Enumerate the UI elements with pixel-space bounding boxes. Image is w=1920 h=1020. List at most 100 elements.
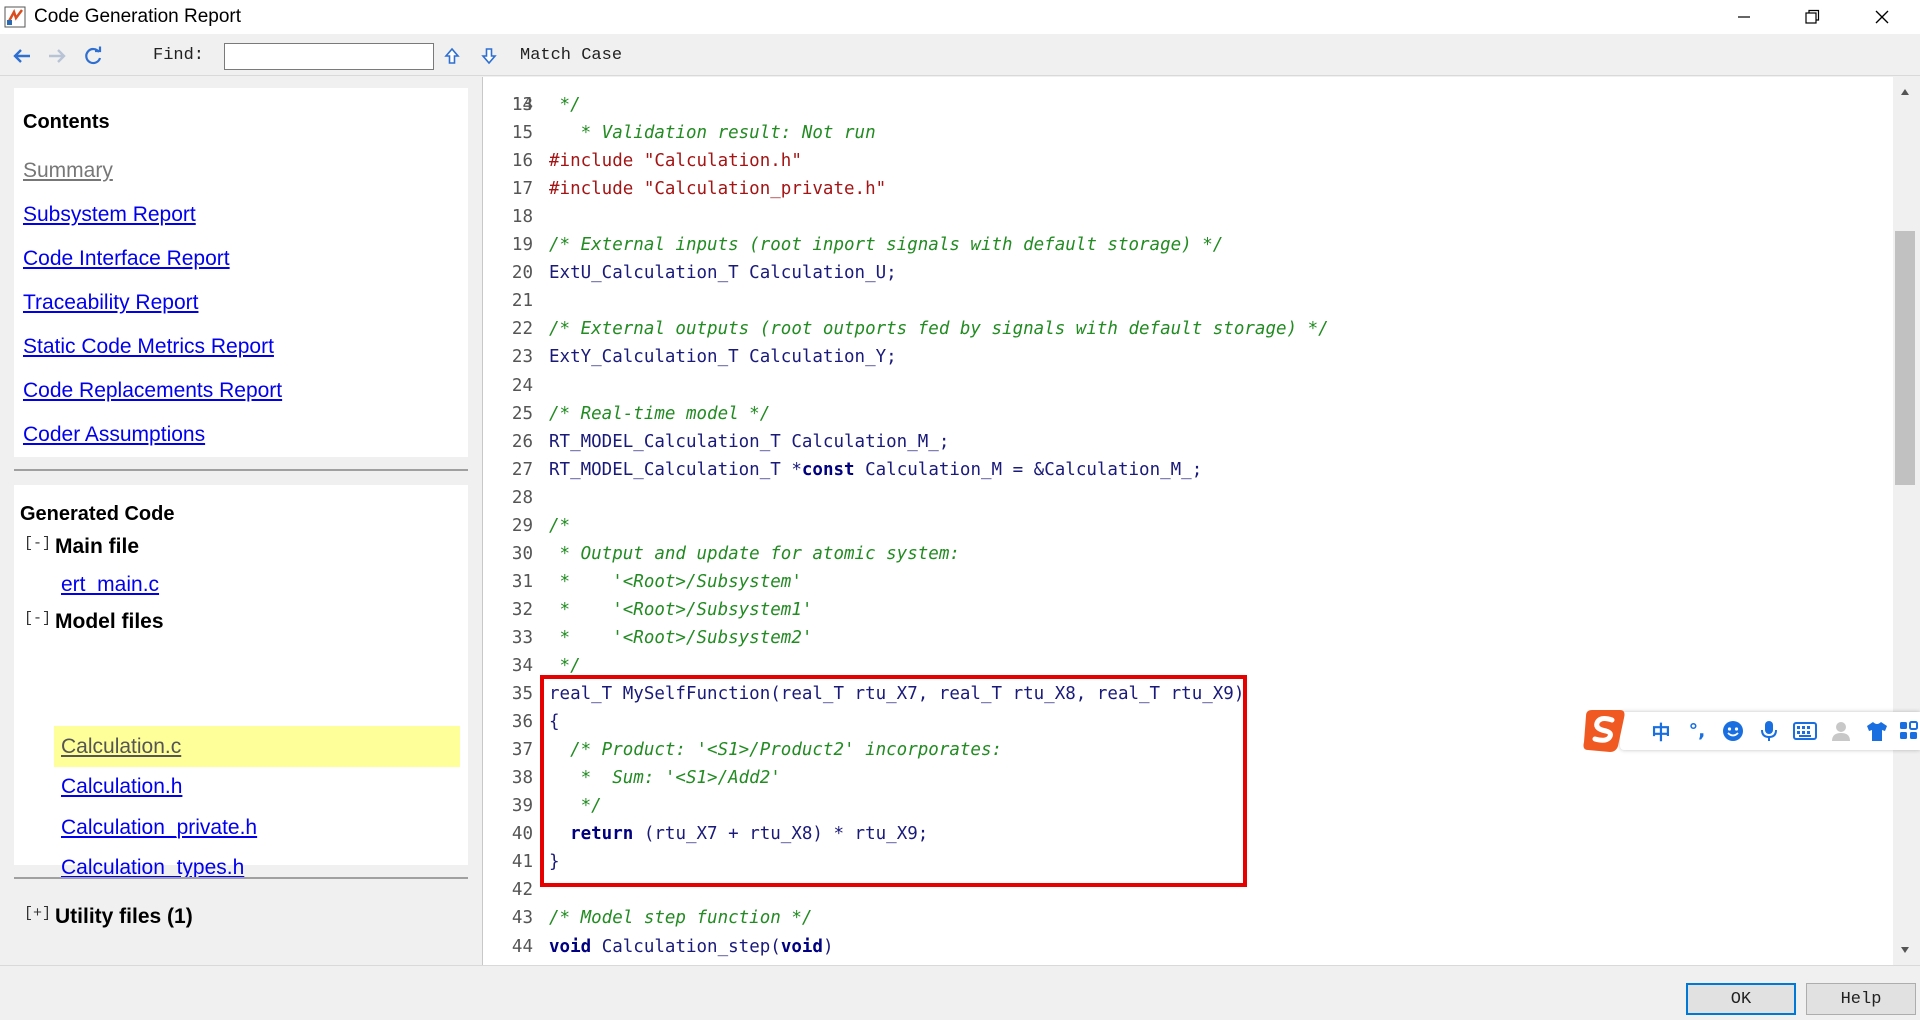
match-case-toggle[interactable]: Match Case [520, 46, 622, 65]
forward-button[interactable] [45, 44, 69, 68]
vertical-scrollbar[interactable] [1893, 77, 1917, 965]
minimize-icon [1738, 16, 1750, 18]
line-number: 31 [511, 571, 533, 592]
coder-assumptions-link[interactable]: Coder Assumptions [23, 423, 205, 447]
window-title: Code Generation Report [34, 6, 242, 27]
line-number: 14 [511, 95, 533, 115]
code-comment: * Output and update for atomic system: [549, 543, 960, 564]
code-replacements-report-link[interactable]: Code Replacements Report [23, 379, 282, 403]
static-code-metrics-report-link[interactable]: Static Code Metrics Report [23, 335, 274, 359]
code-line: 19 /* External inputs (root inport signal… [483, 231, 1883, 259]
code-line: 23 ExtY_Calculation_T Calculation_Y; [483, 343, 1883, 371]
code-text: * '<Root>/Subsystem2' [549, 624, 813, 652]
skin-shirt-icon[interactable] [1864, 718, 1890, 744]
toolbar: Find: Match Case [0, 36, 1920, 76]
find-input[interactable] [224, 43, 434, 70]
code-keyword: void [549, 936, 592, 957]
code-token: Calculation_M = &Calculation_M_; [854, 459, 1203, 480]
close-button[interactable] [1848, 0, 1916, 34]
traceability-report-link[interactable]: Traceability Report [23, 291, 198, 315]
file-link-ert-main-c[interactable]: ert_main.c [61, 573, 159, 597]
find-previous-button[interactable] [440, 44, 464, 68]
matlab-report-icon [4, 6, 26, 28]
line-number: 35 [511, 684, 533, 705]
main-file-collapse-toggle[interactable]: [-] [24, 535, 51, 552]
code-line: 32 * '<Root>/Subsystem1' [483, 596, 1883, 624]
line-number: 44 [511, 936, 533, 957]
code-line: 14 */ [483, 91, 1883, 119]
scroll-down-button[interactable] [1893, 939, 1917, 961]
scroll-up-button[interactable] [1893, 81, 1917, 103]
line-number: 32 [511, 599, 533, 620]
line-number: 15 [511, 123, 533, 144]
emoji-icon[interactable] [1720, 718, 1746, 744]
code-text: #include "Calculation.h" [549, 147, 802, 175]
find-next-button[interactable] [477, 44, 501, 68]
title-bar: Code Generation Report [0, 0, 1920, 34]
line-number: 39 [511, 796, 533, 817]
file-link-calculation-private-h[interactable]: Calculation_private.h [61, 816, 257, 840]
line-number: 29 [511, 515, 533, 536]
code-text: void Calculation_step(void) [549, 933, 834, 961]
code-text: ExtY_Calculation_T Calculation_Y; [549, 343, 897, 371]
line-number: 18 [511, 207, 533, 228]
restore-button[interactable] [1778, 0, 1846, 34]
generated-code-heading: Generated Code [20, 503, 175, 525]
ok-button[interactable]: OK [1686, 983, 1796, 1015]
code-token: RT_MODEL_Calculation_T Calculation_M_; [549, 431, 950, 452]
user-icon[interactable] [1828, 718, 1854, 744]
line-number: 43 [511, 908, 533, 929]
code-line: 24 [483, 372, 1883, 400]
chinese-mode-toggle[interactable]: 中 [1648, 718, 1674, 744]
back-button[interactable] [10, 44, 34, 68]
code-comment: * '<Root>/Subsystem2' [549, 627, 813, 648]
code-text: #include "Calculation_private.h" [549, 175, 886, 203]
line-number: 41 [511, 852, 533, 873]
model-files-collapse-toggle[interactable]: [-] [24, 610, 51, 627]
scrollbar-thumb[interactable] [1895, 231, 1915, 485]
sogou-logo-icon[interactable] [1580, 706, 1628, 754]
code-token: ) [822, 936, 834, 957]
code-line: 30 * Output and update for atomic system… [483, 540, 1883, 568]
code-line: 28 [483, 484, 1883, 512]
back-arrow-icon [13, 49, 30, 63]
contents-heading: Contents [23, 111, 110, 133]
contents-panel: Contents Summary Subsystem Report Code I… [14, 88, 468, 457]
code-line: 44 void Calculation_step(void) [483, 933, 1883, 961]
code-line: 31 * '<Root>/Subsystem' [483, 568, 1883, 596]
summary-link[interactable]: Summary [23, 159, 113, 183]
code-view[interactable]: 13 * Validation result: Not run 14 */ 15 1… [482, 77, 1893, 965]
code-text: * '<Root>/Subsystem' [549, 568, 802, 596]
code-comment: /* External outputs (root outports fed b… [549, 319, 1329, 340]
dialog-button-bar: OK Help [0, 965, 1920, 1020]
generated-code-panel: Generated Code [-] Main file ert_main.c … [14, 485, 468, 928]
line-number: 21 [511, 291, 533, 312]
code-comment: */ [549, 95, 581, 115]
code-comment: /* Real-time model */ [549, 403, 771, 424]
keyboard-icon[interactable] [1792, 718, 1818, 744]
help-button[interactable]: Help [1806, 983, 1916, 1015]
code-line: 22 /* External outputs (root outports fed… [483, 315, 1883, 343]
line-number: 36 [511, 712, 533, 733]
minimize-button[interactable] [1710, 0, 1778, 34]
divider [14, 469, 468, 471]
code-line: 17 #include "Calculation_private.h" [483, 175, 1883, 203]
highlighted-function-box [540, 675, 1247, 887]
file-link-calculation-c[interactable]: Calculation.c [61, 735, 181, 759]
code-preprocessor: #include "Calculation.h" [549, 151, 802, 172]
code-interface-report-link[interactable]: Code Interface Report [23, 247, 230, 271]
microphone-icon[interactable] [1756, 718, 1782, 744]
refresh-button[interactable] [82, 44, 106, 68]
toolbox-grid-icon[interactable] [1896, 718, 1920, 744]
code-text: RT_MODEL_Calculation_T Calculation_M_; [549, 428, 949, 456]
utility-files-expand-toggle[interactable]: [+] [24, 905, 51, 922]
model-files-group-title: Model files [55, 610, 164, 633]
line-number: 28 [511, 487, 533, 508]
file-link-calculation-h[interactable]: Calculation.h [61, 775, 182, 799]
line-number: 40 [511, 824, 533, 845]
subsystem-report-link[interactable]: Subsystem Report [23, 203, 196, 227]
code-text: */ [549, 91, 581, 119]
restore-icon [1805, 9, 1820, 24]
punctuation-toggle[interactable]: °, [1684, 718, 1710, 744]
find-label: Find: [153, 46, 205, 65]
